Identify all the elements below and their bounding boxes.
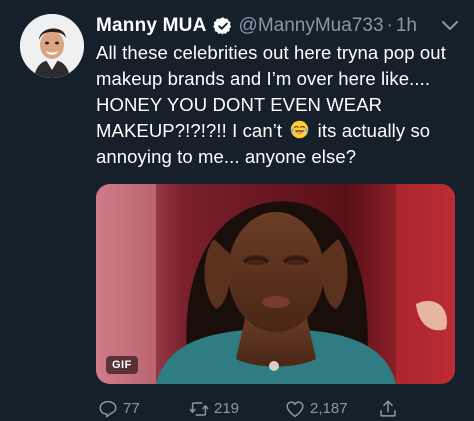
heart-icon bbox=[286, 401, 304, 418]
gif-badge: GIF bbox=[106, 356, 138, 374]
face-with-tears-of-joy-icon bbox=[291, 120, 309, 139]
share-button[interactable] bbox=[377, 397, 403, 421]
tweet-text: All these celebrities out here tryna pop… bbox=[96, 40, 472, 170]
retweet-count: 219 bbox=[214, 400, 240, 417]
header-separator: · bbox=[386, 15, 393, 36]
gif-frame bbox=[96, 184, 455, 384]
reply-icon bbox=[99, 400, 117, 418]
tweet-action-bar: 77 219 2,187 bbox=[0, 397, 474, 421]
author-name[interactable]: Manny MUA bbox=[96, 13, 207, 39]
reply-button[interactable]: 77 bbox=[97, 397, 140, 421]
like-count: 2,187 bbox=[310, 400, 348, 417]
tweet-header: Manny MUA @MannyMua733 · 1h bbox=[96, 13, 417, 39]
author-handle[interactable]: @MannyMua733 bbox=[239, 13, 384, 39]
verified-badge-icon bbox=[212, 17, 231, 35]
retweet-icon bbox=[189, 402, 209, 416]
reply-count: 77 bbox=[123, 400, 140, 417]
tweet-timestamp[interactable]: 1h bbox=[396, 13, 417, 39]
avatar-photo bbox=[20, 14, 84, 78]
retweet-button[interactable]: 219 bbox=[188, 397, 239, 421]
gif-media[interactable]: GIF bbox=[96, 184, 455, 384]
avatar[interactable] bbox=[20, 14, 84, 78]
like-button[interactable]: 2,187 bbox=[284, 397, 348, 421]
chevron-down-icon[interactable] bbox=[440, 18, 460, 34]
share-icon bbox=[380, 400, 396, 417]
